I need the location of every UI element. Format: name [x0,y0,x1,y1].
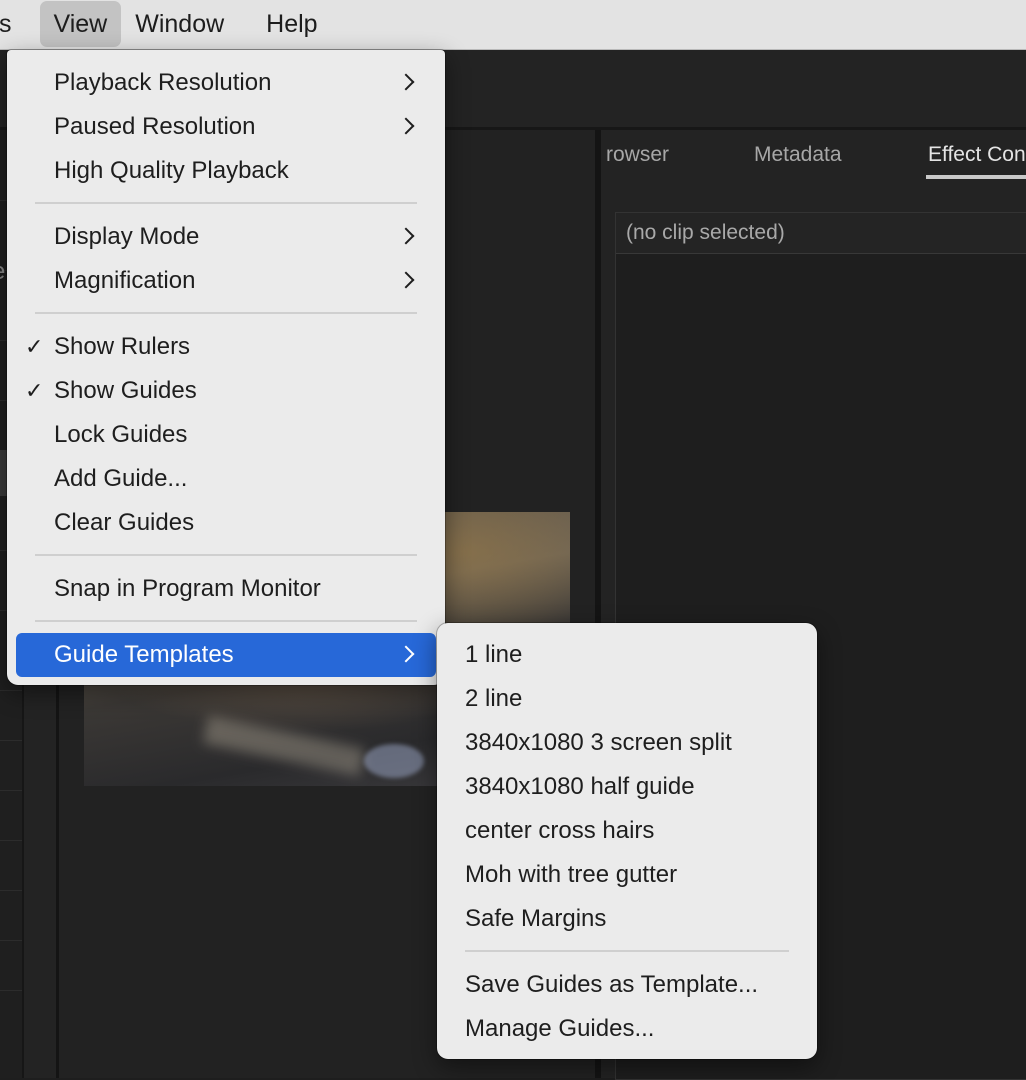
submenu-item-center-cross-hairs[interactable]: center cross hairs [446,811,808,851]
menu-item-label: Show Guides [54,377,197,404]
tab-metadata[interactable]: Metadata [754,143,842,167]
chevron-right-icon [398,217,418,257]
menu-item-label: 3840x1080 3 screen split [465,729,732,756]
active-tab-indicator [926,175,1026,179]
menu-item-label: Manage Guides... [465,1015,655,1042]
menu-item-label: Save Guides as Template... [465,971,759,998]
tab-effect-controls[interactable]: Effect Con [928,143,1026,167]
menu-separator [465,950,789,952]
submenu-item-half-guide[interactable]: 3840x1080 half guide [446,767,808,807]
menu-item-label: Display Mode [54,223,200,250]
menu-item-label: Playback Resolution [54,69,272,96]
effect-controls-header: (no clip selected) [616,213,1026,254]
submenu-item-3-screen-split[interactable]: 3840x1080 3 screen split [446,723,808,763]
menu-separator [35,312,417,314]
menu-item-label: High Quality Playback [54,157,289,184]
menu-item-paused-resolution[interactable]: Paused Resolution [16,107,436,147]
menubar-item-window[interactable]: Window [121,1,238,47]
submenu-item-2-line[interactable]: 2 line [446,679,808,719]
menu-item-lock-guides[interactable]: Lock Guides [16,415,436,455]
menu-item-magnification[interactable]: Magnification [16,261,436,301]
guide-templates-submenu: 1 line 2 line 3840x1080 3 screen split 3… [437,623,817,1059]
menu-item-label: 2 line [465,685,523,712]
menu-item-playback-resolution[interactable]: Playback Resolution [16,63,436,103]
menubar-item-help[interactable]: Help [252,1,331,47]
menu-item-label: Clear Guides [54,509,195,536]
checkmark-icon: ✓ [25,334,44,359]
menu-separator [35,620,417,622]
no-clip-status: (no clip selected) [626,221,785,244]
menu-item-label: Add Guide... [54,465,188,492]
chevron-right-icon [398,63,418,103]
menubar-item-view[interactable]: View [39,0,122,47]
menu-item-label: Snap in Program Monitor [54,575,321,602]
submenu-item-1-line[interactable]: 1 line [446,635,808,675]
menu-item-label: Lock Guides [54,421,188,448]
menu-item-display-mode[interactable]: Display Mode [16,217,436,257]
chevron-right-icon [398,107,418,147]
checkmark-icon: ✓ [25,378,44,403]
menu-separator [35,554,417,556]
partial-panel-label: e [0,258,5,286]
menu-item-label: Safe Margins [465,905,607,932]
tab-media-browser[interactable]: rowser [606,143,669,167]
menu-item-high-quality-playback[interactable]: High Quality Playback [16,151,436,191]
menu-item-show-guides[interactable]: ✓ Show Guides [16,371,436,411]
menu-separator [35,202,417,204]
chevron-right-icon [398,635,418,675]
menu-item-add-guide[interactable]: Add Guide... [16,459,436,499]
submenu-item-moh-tree-gutter[interactable]: Moh with tree gutter [446,855,808,895]
menu-item-snap-in-program-monitor[interactable]: Snap in Program Monitor [16,569,436,609]
menu-item-label: Show Rulers [54,333,191,360]
menu-item-label: Paused Resolution [54,113,256,140]
menu-item-guide-templates[interactable]: Guide Templates [16,633,436,677]
menu-item-clear-guides[interactable]: Clear Guides [16,503,436,543]
menu-item-label: center cross hairs [465,817,655,844]
submenu-item-save-guides-template[interactable]: Save Guides as Template... [446,965,808,1005]
menu-item-label: Magnification [54,267,196,294]
menu-bar: s View Window Help [0,0,1026,50]
menubar-item-partial[interactable]: s [0,1,26,47]
chevron-right-icon [398,261,418,301]
menu-item-label: 1 line [465,641,523,668]
submenu-item-manage-guides[interactable]: Manage Guides... [446,1009,808,1049]
menu-item-show-rulers[interactable]: ✓ Show Rulers [16,327,436,367]
submenu-item-safe-margins[interactable]: Safe Margins [446,899,808,939]
menu-item-label: Guide Templates [54,641,234,668]
menu-item-label: 3840x1080 half guide [465,773,695,800]
view-menu: Playback Resolution Paused Resolution Hi… [7,50,445,685]
menu-item-label: Moh with tree gutter [465,861,678,888]
